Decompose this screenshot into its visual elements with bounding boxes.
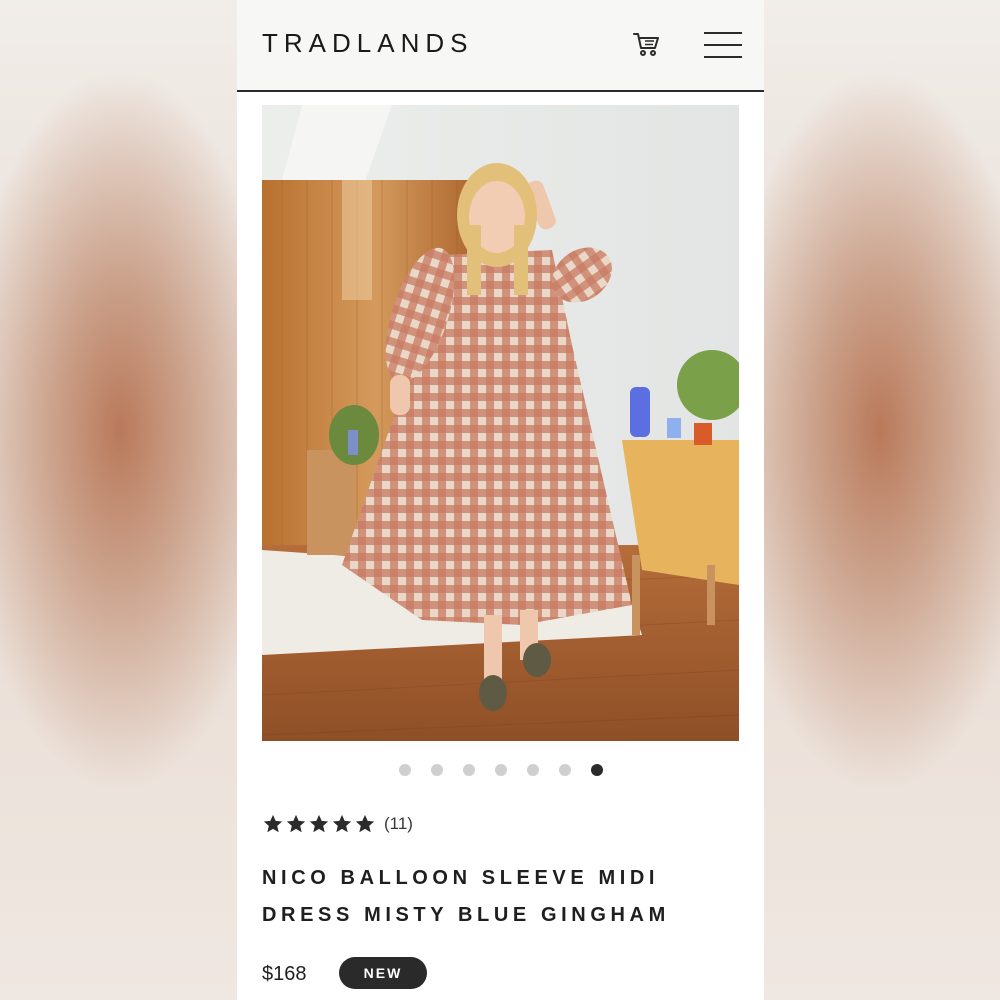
carousel-dot[interactable] <box>558 764 571 776</box>
hamburger-menu-icon[interactable] <box>704 32 742 60</box>
star-icon <box>262 813 284 835</box>
carousel-dot[interactable] <box>526 764 539 776</box>
carousel-dot[interactable] <box>462 764 475 776</box>
star-rating <box>262 813 376 835</box>
carousel-dot[interactable] <box>430 764 443 776</box>
product-image[interactable] <box>262 105 739 741</box>
carousel-dot-active[interactable] <box>590 764 603 776</box>
site-header: TRADLANDS <box>237 0 764 92</box>
mobile-page: TRADLANDS (11) NICO BALLOON SLEEVE MIDI … <box>237 0 764 1000</box>
review-count[interactable]: (11) <box>384 814 413 834</box>
star-icon <box>308 813 330 835</box>
carousel-dot[interactable] <box>494 764 507 776</box>
product-rating[interactable]: (11) <box>262 812 413 836</box>
carousel-dot[interactable] <box>398 764 411 776</box>
star-icon <box>285 813 307 835</box>
product-price: $168 <box>262 963 307 985</box>
shopping-cart-icon[interactable] <box>632 30 660 58</box>
brand-logo[interactable]: TRADLANDS <box>262 28 473 59</box>
new-badge: NEW <box>339 957 427 989</box>
star-icon <box>354 813 376 835</box>
product-title: NICO BALLOON SLEEVE MIDI DRESS MISTY BLU… <box>262 860 752 934</box>
star-icon <box>331 813 353 835</box>
image-carousel-dots <box>237 764 764 778</box>
product-title-line-1: NICO BALLOON SLEEVE MIDI <box>262 867 660 889</box>
product-title-line-2: DRESS MISTY BLUE GINGHAM <box>262 904 670 926</box>
